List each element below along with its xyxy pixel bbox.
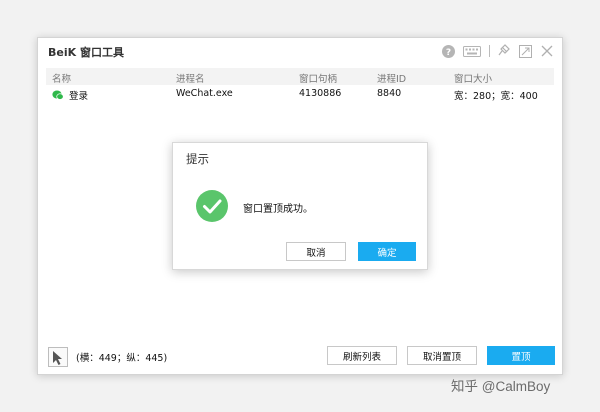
dialog-message: 窗口置顶成功。 (243, 204, 313, 215)
keyboard-icon[interactable] (461, 42, 483, 60)
column-header-process: 进程名 (176, 74, 205, 85)
success-check-icon (196, 190, 228, 222)
row-name: 登录 (69, 91, 89, 102)
dialog-title: 提示 (186, 152, 209, 166)
table-row[interactable]: 登录 WeChat.exe 4130886 8840 宽：280；宽：400 (46, 85, 554, 102)
title-separator (489, 45, 490, 57)
title-bar[interactable]: BeiK 窗口工具 ? (38, 38, 562, 64)
pin-tool-icon[interactable] (494, 42, 512, 60)
dialog-ok-button[interactable]: 确定 (358, 242, 416, 261)
pin-button[interactable]: 置顶 (487, 346, 555, 365)
table-header: 名称 进程名 窗口句柄 进程ID 窗口大小 (46, 68, 554, 85)
column-header-name: 名称 (52, 74, 72, 85)
column-header-pid: 进程ID (377, 74, 407, 85)
row-handle: 4130886 (299, 88, 342, 99)
row-pid: 8840 (377, 88, 402, 99)
row-process: WeChat.exe (176, 88, 233, 99)
status-area: (横：449；纵：445) (48, 346, 167, 368)
title-controls: ? (435, 42, 556, 60)
wechat-icon (52, 90, 64, 100)
svg-text:?: ? (445, 48, 450, 58)
refresh-list-button[interactable]: 刷新列表 (327, 346, 397, 365)
cursor-coordinates: (横：449；纵：445) (76, 353, 168, 364)
help-icon[interactable]: ? (439, 42, 457, 60)
app-title: BeiK 窗口工具 (48, 46, 124, 59)
cursor-picker-icon[interactable] (48, 347, 68, 367)
row-name-cell: 登录 (52, 88, 88, 102)
unpin-button[interactable]: 取消置顶 (407, 346, 477, 365)
column-header-size: 窗口大小 (454, 74, 493, 85)
close-icon[interactable] (538, 42, 556, 60)
restore-icon[interactable] (516, 42, 534, 60)
row-size: 宽：280；宽：400 (454, 91, 538, 102)
alert-dialog: 提示 窗口置顶成功。 取消 确定 (172, 142, 428, 270)
column-header-handle: 窗口句柄 (299, 74, 338, 85)
watermark: 知乎 @CalmBoy (451, 379, 551, 394)
dialog-cancel-button[interactable]: 取消 (286, 242, 346, 261)
